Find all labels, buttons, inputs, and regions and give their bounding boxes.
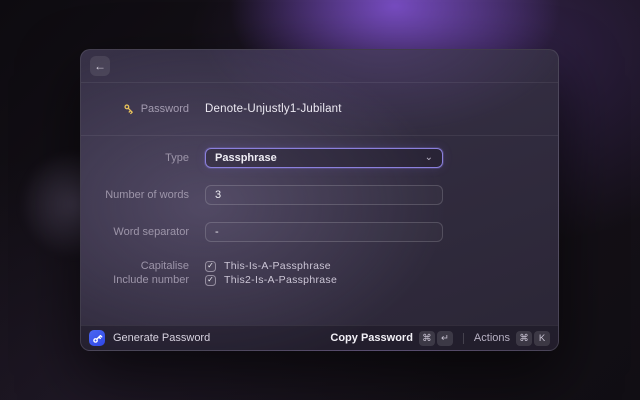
form-row-include-number: Include number ✓ This2-Is-A-Passphrase bbox=[81, 273, 558, 287]
back-button[interactable]: ← bbox=[90, 56, 110, 76]
number-of-words-label: Number of words bbox=[105, 189, 189, 201]
window-header: ← bbox=[81, 50, 558, 83]
footer-divider bbox=[462, 332, 464, 344]
copy-password-button[interactable]: Copy Password bbox=[330, 332, 413, 344]
cmd-key[interactable]: ⌘ bbox=[418, 330, 435, 346]
summary-label: Password bbox=[140, 103, 189, 115]
number-of-words-value: 3 bbox=[215, 189, 222, 201]
chevron-down-icon: ⌄ bbox=[424, 152, 433, 163]
word-separator-input[interactable]: - bbox=[205, 222, 443, 242]
form-row-number-of-words: Number of words 3 bbox=[81, 185, 558, 205]
copy-password-shortcut: ⌘ ↵ bbox=[418, 330, 453, 346]
form-row-type: Type Passphrase ⌄ bbox=[81, 148, 558, 168]
key-icon bbox=[124, 104, 133, 115]
word-separator-value: - bbox=[215, 226, 219, 238]
number-of-words-input[interactable]: 3 bbox=[205, 185, 443, 205]
actions-button[interactable]: Actions bbox=[474, 332, 510, 344]
word-separator-label: Word separator bbox=[113, 226, 189, 238]
generate-password-window: ← Password Denote-Unjustly1-Jubilant Typ… bbox=[80, 49, 559, 351]
include-number-example-text: This2-Is-A-Passphrase bbox=[224, 274, 338, 286]
capitalise-label: Capitalise bbox=[140, 260, 189, 272]
key-badge-icon bbox=[89, 330, 105, 346]
capitalise-checkbox[interactable]: ✓ bbox=[205, 260, 216, 272]
action-bar: Generate Password Copy Password ⌘ ↵ Acti… bbox=[81, 325, 558, 350]
checkmark-icon: ✓ bbox=[207, 275, 214, 284]
checkmark-icon: ✓ bbox=[207, 261, 214, 270]
back-arrow-icon: ← bbox=[94, 59, 106, 73]
actions-shortcut: ⌘ K bbox=[516, 330, 550, 346]
form-row-capitalise: Capitalise ✓ This-Is-A-Passphrase bbox=[81, 259, 558, 273]
return-key[interactable]: ↵ bbox=[436, 330, 453, 346]
type-dropdown-value: Passphrase bbox=[215, 152, 277, 164]
capitalise-example-text: This-Is-A-Passphrase bbox=[224, 260, 331, 272]
include-number-checkbox[interactable]: ✓ bbox=[205, 274, 216, 286]
generated-password-value: Denote-Unjustly1-Jubilant bbox=[205, 103, 342, 115]
type-dropdown[interactable]: Passphrase ⌄ bbox=[205, 148, 443, 168]
cmd-key[interactable]: ⌘ bbox=[516, 330, 532, 346]
form-row-word-separator: Word separator - bbox=[81, 222, 558, 242]
password-form: Type Passphrase ⌄ Number of words 3 Word… bbox=[81, 136, 558, 325]
include-number-label: Include number bbox=[113, 274, 189, 286]
type-label: Type bbox=[165, 152, 189, 164]
footer-actions: Copy Password ⌘ ↵ Actions ⌘ K bbox=[330, 330, 550, 346]
desktop-background: ← Password Denote-Unjustly1-Jubilant Typ… bbox=[0, 0, 640, 400]
password-summary-row: Password Denote-Unjustly1-Jubilant bbox=[81, 83, 558, 136]
k-key[interactable]: K bbox=[534, 330, 550, 346]
command-title: Generate Password bbox=[113, 332, 211, 344]
summary-label-column: Password bbox=[81, 103, 189, 115]
